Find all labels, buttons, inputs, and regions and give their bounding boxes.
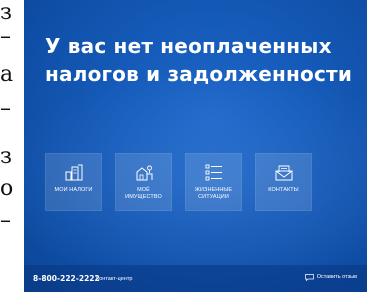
left-glyph: – bbox=[0, 208, 11, 233]
left-glyph: – bbox=[0, 96, 11, 121]
left-glyph: з bbox=[0, 144, 12, 169]
tile-my-taxes[interactable]: МОИ НАЛОГИ bbox=[45, 153, 102, 211]
tile-label: КОНТАКТЫ bbox=[268, 187, 299, 193]
checklist-icon bbox=[205, 164, 222, 181]
left-glyph: – bbox=[0, 24, 11, 49]
page-title: У вас нет неоплаченных налогов и задолже… bbox=[45, 32, 365, 88]
tile-contacts[interactable]: КОНТАКТЫ bbox=[255, 153, 312, 211]
envelope-icon bbox=[275, 165, 292, 181]
leave-feedback-button[interactable]: Оставить отзыв bbox=[304, 274, 357, 281]
page-title-line-1: У вас нет неоплаченных bbox=[45, 34, 332, 58]
leave-feedback-label: Оставить отзыв bbox=[316, 274, 357, 280]
left-glyph: а bbox=[0, 62, 13, 87]
tax-service-screen: У вас нет неоплаченных налогов и задолже… bbox=[24, 0, 367, 292]
tile-life-situations[interactable]: ЖИЗНЕННЫЕ СИТУАЦИИ bbox=[185, 153, 242, 211]
contact-center-label: Контакт-центр bbox=[96, 276, 133, 282]
footer-bar: 8-800-222-2222 Контакт-центр Оставить от… bbox=[24, 265, 367, 292]
tile-my-property[interactable]: МОЁ ИМУЩЕСТВО bbox=[115, 153, 172, 211]
tile-label: ЖИЗНЕННЫЕ СИТУАЦИИ bbox=[194, 187, 233, 200]
left-glyph: о bbox=[0, 176, 13, 201]
property-icon bbox=[136, 165, 152, 181]
menu-tiles: МОИ НАЛОГИ МОЁ ИМУЩЕСТВО ЖИЗНЕННЫЕ СИТУА… bbox=[45, 153, 312, 211]
left-glyph: з bbox=[0, 0, 12, 25]
tax-document-icon bbox=[65, 164, 82, 181]
chat-icon bbox=[304, 274, 314, 281]
contact-phone[interactable]: 8-800-222-2222 bbox=[33, 274, 100, 283]
tile-label: МОИ НАЛОГИ bbox=[54, 187, 93, 193]
left-text-fragment: з – а – з о – bbox=[0, 0, 24, 292]
tile-label: МОЁ ИМУЩЕСТВО bbox=[125, 187, 162, 200]
page-title-line-2: налогов и задолженности bbox=[45, 62, 353, 86]
